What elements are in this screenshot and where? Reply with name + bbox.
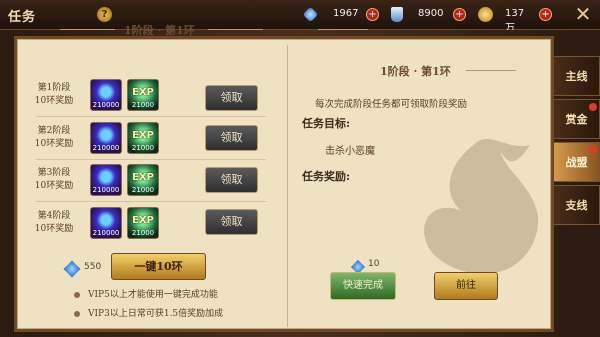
exp-item[interactable]: EXP 21000 <box>127 164 159 196</box>
right-title-rule-left <box>318 29 368 30</box>
stage-name: 第3阶段 <box>37 168 71 178</box>
stage-name: 第4阶段 <box>37 211 71 221</box>
add-bottle-button[interactable]: + <box>453 8 466 21</box>
quick-complete-button[interactable]: 快速完成 <box>330 272 396 300</box>
add-diamond-button[interactable]: + <box>366 8 379 21</box>
tab-bounty[interactable]: 赏金 <box>554 99 600 139</box>
stage-name: 第2阶段 <box>37 126 71 136</box>
close-icon[interactable]: ✕ <box>572 4 594 26</box>
exp-item[interactable]: EXP 21000 <box>127 207 159 239</box>
vip-note-text: VIP3以上日常可获1.5倍奖励加成 <box>88 309 224 319</box>
stage-name: 第1阶段 <box>37 83 71 93</box>
row-separator <box>36 159 266 160</box>
left-title-rule-left <box>60 29 115 30</box>
claim-button-1[interactable]: 领取 <box>205 85 258 111</box>
item-quantity: 210000 <box>92 144 120 152</box>
claim-button-2[interactable]: 领取 <box>205 125 258 151</box>
item-quantity: 21000 <box>131 186 155 194</box>
tab-label: 支线 <box>565 199 588 212</box>
claim-button-4[interactable]: 领取 <box>205 209 258 235</box>
item-quantity: 21000 <box>131 101 155 109</box>
stage-label-3: 第3阶段 10环奖励 <box>28 167 80 193</box>
top-bar: 任务 ? 1967 + 8900 + 137万 + ✕ <box>0 0 600 34</box>
sapphire-item[interactable]: 210000 <box>90 79 122 111</box>
tab-alliance[interactable]: 战盟 <box>554 142 600 182</box>
window-title: 任务 <box>8 10 37 25</box>
add-gold-button[interactable]: + <box>539 8 552 21</box>
vip-note-2: VIP3以上日常可获1.5倍奖励加成 <box>74 306 223 319</box>
tab-side-quest[interactable]: 支线 <box>554 185 600 225</box>
right-title-rule-right <box>466 70 516 71</box>
stage-reward-caption: 10环奖励 <box>34 181 74 191</box>
panel-divider <box>287 45 288 327</box>
tab-main-quest[interactable]: 主线 <box>554 56 600 96</box>
bottle-icon <box>391 7 403 22</box>
exp-label: EXP <box>132 215 154 226</box>
left-section-title: 1阶段 · 第1环 <box>124 24 195 37</box>
stage-label-4: 第4阶段 10环奖励 <box>28 210 80 236</box>
task-target-label: 任务目标: <box>302 117 351 130</box>
notification-badge <box>589 103 597 111</box>
item-quantity: 21000 <box>131 144 155 152</box>
diamond-count: 1967 <box>333 8 359 19</box>
onekey-cost: 550 <box>84 262 102 272</box>
exp-item[interactable]: EXP 21000 <box>127 122 159 154</box>
item-quantity: 210000 <box>92 186 120 194</box>
coin-icon <box>478 7 493 22</box>
row-separator <box>36 201 266 202</box>
item-quantity: 210000 <box>92 229 120 237</box>
left-title-rule-right <box>208 29 263 30</box>
diamond-icon <box>302 6 319 23</box>
stage-label-2: 第2阶段 10环奖励 <box>28 125 80 151</box>
task-description: 每次完成阶段任务都可领取阶段奖励 <box>315 99 468 110</box>
vip-note-text: VIP5以上才能使用一键完成功能 <box>88 290 218 300</box>
dragon-watermark-icon <box>424 138 539 274</box>
exp-label: EXP <box>132 130 154 141</box>
onekey-complete-button[interactable]: 一键10环 <box>111 253 206 280</box>
vip-note-1: VIP5以上才能使用一键完成功能 <box>74 287 218 300</box>
item-quantity: 210000 <box>92 101 120 109</box>
stage-reward-caption: 10环奖励 <box>34 139 74 149</box>
sapphire-item[interactable]: 210000 <box>90 164 122 196</box>
sapphire-item[interactable]: 210000 <box>90 207 122 239</box>
row-separator <box>36 116 266 117</box>
bullet-icon <box>74 310 80 317</box>
stage-reward-caption: 10环奖励 <box>34 96 74 106</box>
exp-item[interactable]: EXP 21000 <box>127 79 159 111</box>
bullet-icon <box>74 291 80 298</box>
exp-label: EXP <box>132 172 154 183</box>
quick-complete-cost: 10 <box>368 259 380 269</box>
exp-label: EXP <box>132 87 154 98</box>
tab-label: 战盟 <box>565 156 588 169</box>
task-reward-label: 任务奖励: <box>302 170 351 183</box>
tab-label: 主线 <box>565 70 588 83</box>
bottle-count: 8900 <box>418 8 444 19</box>
help-icon[interactable]: ? <box>97 7 112 22</box>
notification-badge <box>589 146 597 154</box>
stage-reward-caption: 10环奖励 <box>34 224 74 234</box>
claim-button-3[interactable]: 领取 <box>205 167 258 193</box>
item-quantity: 21000 <box>131 229 155 237</box>
stage-label-1: 第1阶段 10环奖励 <box>28 82 80 108</box>
right-section-title: 1阶段 · 第1环 <box>380 65 451 78</box>
task-target-value: 击杀小恶魔 <box>325 146 375 157</box>
sapphire-item[interactable]: 210000 <box>90 122 122 154</box>
goto-button[interactable]: 前往 <box>434 272 498 300</box>
tab-label: 赏金 <box>565 113 588 126</box>
